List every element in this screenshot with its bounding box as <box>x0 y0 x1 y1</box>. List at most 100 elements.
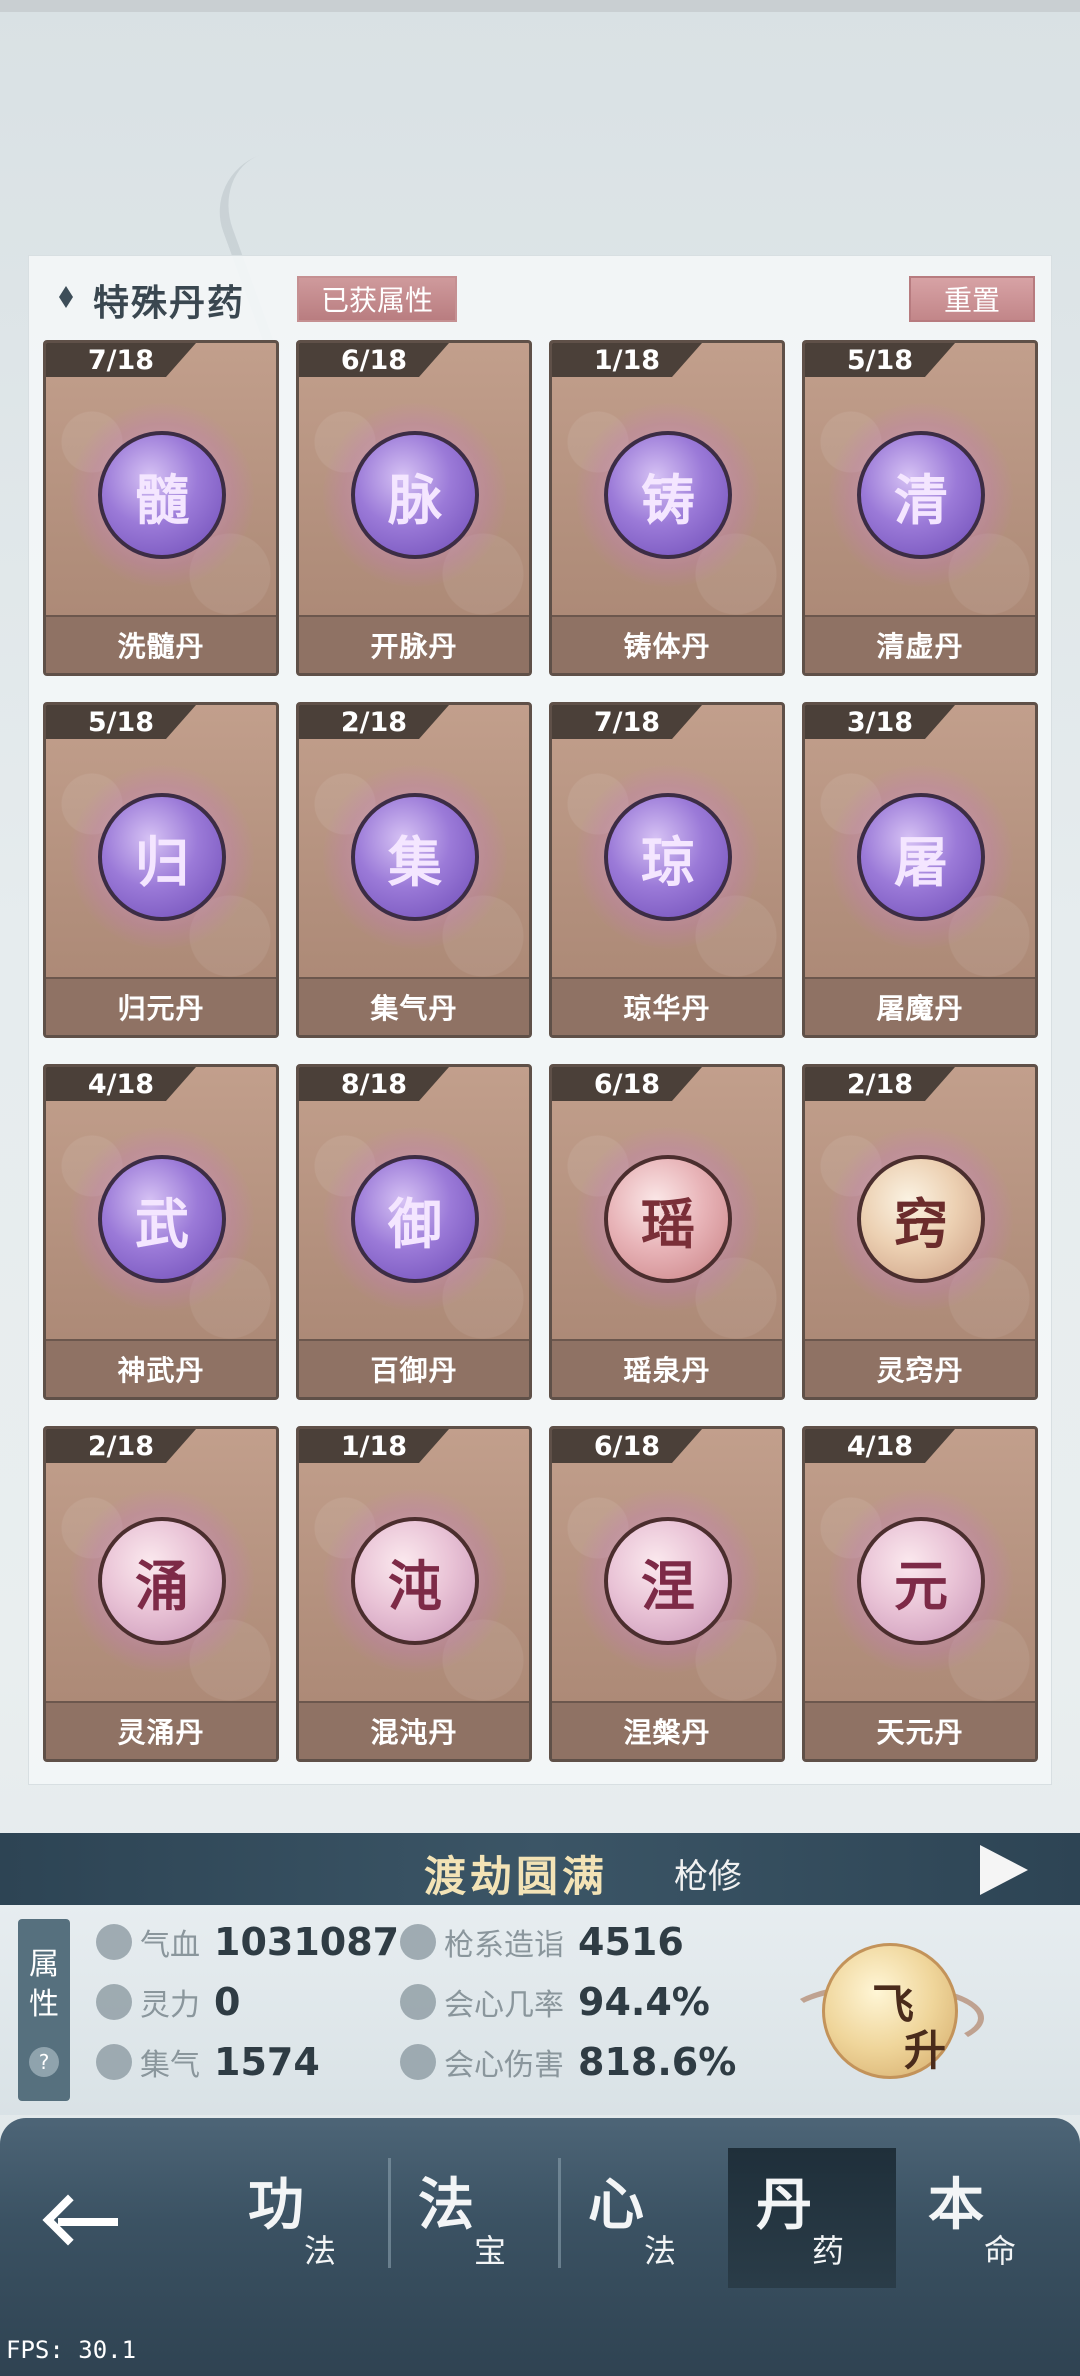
pill-orb-icon: 髓 <box>98 431 226 559</box>
pill-name: 混沌丹 <box>299 1701 529 1759</box>
realm-bar: 渡劫圆满 枪修 <box>0 1833 1080 1905</box>
stat-crit-damage: 会心伤害 818.6% <box>400 2037 736 2087</box>
pill-orb-icon: 集 <box>351 793 479 921</box>
pill-name: 屠魔丹 <box>805 977 1035 1035</box>
pill-orb-icon: 铸 <box>604 431 732 559</box>
play-icon[interactable] <box>980 1845 1028 1895</box>
tab-small-label: 法 <box>304 2232 337 2270</box>
tab-techniques[interactable]: 功 法 <box>220 2148 388 2288</box>
tab-big-label: 功 <box>248 2172 304 2238</box>
pill-card[interactable]: 6/18 涅涅槃丹 <box>549 1426 785 1762</box>
pill-orb-wrap: 归 <box>70 765 254 949</box>
pill-name: 归元丹 <box>46 977 276 1035</box>
tab-big-label: 丹 <box>756 2172 812 2238</box>
pill-orb-wrap: 集 <box>323 765 507 949</box>
pill-orb-wrap: 铸 <box>576 403 760 587</box>
pill-orb-wrap: 瑶 <box>576 1127 760 1311</box>
pill-count: 5/18 <box>46 705 196 739</box>
help-icon[interactable]: ? <box>29 2047 59 2077</box>
pill-orb-icon: 武 <box>98 1155 226 1283</box>
pill-count: 4/18 <box>805 1429 955 1463</box>
crit-chance-icon <box>400 1984 436 2020</box>
pill-count: 4/18 <box>46 1067 196 1101</box>
pill-orb-wrap: 清 <box>829 403 1013 587</box>
pill-card[interactable]: 2/18 涌灵涌丹 <box>43 1426 279 1762</box>
attributes-side-label-2: 性 <box>29 1987 59 2022</box>
pill-name: 清虚丹 <box>805 615 1035 673</box>
stat-hp: 气血 1031087 <box>96 1917 399 1967</box>
stat-crit-chance: 会心几率 94.4% <box>400 1977 710 2027</box>
realm-title: 渡劫圆满 <box>424 1852 609 1901</box>
tab-mind-methods[interactable]: 心 法 <box>560 2148 728 2288</box>
pill-name: 神武丹 <box>46 1339 276 1397</box>
special-pills-panel: 特殊丹药 已获属性 重置 7/18 髓洗髓丹 6/18 脉开脉丹 1/18 铸铸体丹 5/1… <box>28 255 1052 1785</box>
stat-value: 0 <box>214 1980 241 2024</box>
pill-name: 灵窍丹 <box>805 1339 1035 1397</box>
pill-name: 灵涌丹 <box>46 1701 276 1759</box>
heart-icon <box>96 1924 132 1960</box>
ascend-button[interactable]: 飞 升 <box>784 1943 984 2093</box>
pill-card[interactable]: 6/18 脉开脉丹 <box>296 340 532 676</box>
stat-value: 1574 <box>214 2040 320 2084</box>
pill-card[interactable]: 5/18 清清虚丹 <box>802 340 1038 676</box>
diamond-icon <box>59 286 73 308</box>
pill-card[interactable]: 2/18 集集气丹 <box>296 702 532 1038</box>
pill-orb-icon: 屠 <box>857 793 985 921</box>
pill-card[interactable]: 3/18 屠屠魔丹 <box>802 702 1038 1038</box>
pill-orb-icon: 琼 <box>604 793 732 921</box>
pill-orb-wrap: 元 <box>829 1489 1013 1673</box>
tab-small-label: 宝 <box>474 2232 507 2270</box>
pill-card[interactable]: 4/18 武神武丹 <box>43 1064 279 1400</box>
attributes-side-tab[interactable]: 属 性 ? <box>18 1919 70 2101</box>
pill-card[interactable]: 4/18 元天元丹 <box>802 1426 1038 1762</box>
pill-count: 7/18 <box>552 705 702 739</box>
pill-count: 6/18 <box>299 343 449 377</box>
tab-big-label: 心 <box>588 2172 644 2238</box>
pill-card[interactable]: 5/18 归归元丹 <box>43 702 279 1038</box>
pill-orb-icon: 清 <box>857 431 985 559</box>
tab-natal[interactable]: 本 命 <box>900 2148 1068 2288</box>
pill-orb-wrap: 武 <box>70 1127 254 1311</box>
panel-header: 特殊丹药 已获属性 重置 <box>29 256 1053 336</box>
pill-card[interactable]: 1/18 沌混沌丹 <box>296 1426 532 1762</box>
back-button[interactable] <box>42 2178 134 2268</box>
pill-card[interactable]: 2/18 窍灵窍丹 <box>802 1064 1038 1400</box>
obtained-attributes-button[interactable]: 已获属性 <box>297 276 457 322</box>
pill-orb-icon: 归 <box>98 793 226 921</box>
pill-orb-icon: 御 <box>351 1155 479 1283</box>
pill-orb-icon: 脉 <box>351 431 479 559</box>
pill-count: 7/18 <box>46 343 196 377</box>
tab-treasures[interactable]: 法 宝 <box>390 2148 558 2288</box>
pill-orb-icon: 涅 <box>604 1517 732 1645</box>
tab-pills[interactable]: 丹 药 <box>728 2148 896 2288</box>
spirit-flame-icon <box>96 1984 132 2020</box>
pill-name: 百御丹 <box>299 1339 529 1397</box>
stat-label: 会心几率 <box>444 1988 564 2023</box>
pill-name: 铸体丹 <box>552 615 782 673</box>
stat-spear-mastery: 枪系造诣 4516 <box>400 1917 684 1967</box>
pill-card[interactable]: 7/18 髓洗髓丹 <box>43 340 279 676</box>
pill-card[interactable]: 1/18 铸铸体丹 <box>549 340 785 676</box>
reset-button[interactable]: 重置 <box>909 276 1035 322</box>
pill-orb-wrap: 涌 <box>70 1489 254 1673</box>
pill-orb-wrap: 沌 <box>323 1489 507 1673</box>
pill-count: 1/18 <box>299 1429 449 1463</box>
pill-count: 8/18 <box>299 1067 449 1101</box>
realm-subtitle: 枪修 <box>674 1857 742 1897</box>
pill-name: 涅槃丹 <box>552 1701 782 1759</box>
stat-label: 会心伤害 <box>444 2048 564 2083</box>
pill-card[interactable]: 6/18 瑶瑶泉丹 <box>549 1064 785 1400</box>
attributes-panel: 属 性 ? 气血 1031087 灵力 0 集气 1574 枪系造诣 4516 … <box>0 1905 1080 2115</box>
pill-card[interactable]: 7/18 琼琼华丹 <box>549 702 785 1038</box>
pill-count: 5/18 <box>805 343 955 377</box>
stat-gather: 集气 1574 <box>96 2037 320 2087</box>
stat-label: 气血 <box>140 1928 200 1963</box>
bottom-nav-bar: 功 法 法 宝 心 法 丹 药 本 命 <box>0 2118 1080 2376</box>
pill-name: 洗髓丹 <box>46 615 276 673</box>
tab-small-label: 法 <box>644 2232 677 2270</box>
pill-name: 琼华丹 <box>552 977 782 1035</box>
pill-orb-icon: 窍 <box>857 1155 985 1283</box>
stat-value: 4516 <box>578 1920 684 1964</box>
pill-orb-wrap: 琼 <box>576 765 760 949</box>
pill-card[interactable]: 8/18 御百御丹 <box>296 1064 532 1400</box>
